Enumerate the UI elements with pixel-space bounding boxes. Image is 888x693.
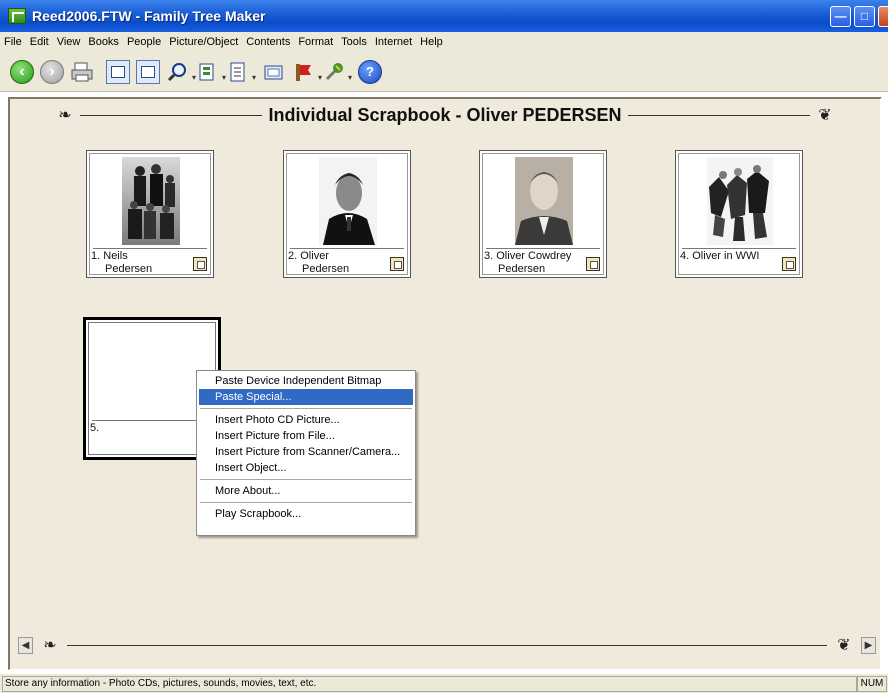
object-properties-icon[interactable] <box>390 257 404 271</box>
portrait-photo <box>319 157 377 245</box>
page-title: Individual Scrapbook - Oliver PEDERSEN <box>268 104 622 125</box>
search-icon[interactable] <box>166 60 196 84</box>
menu-picture-object[interactable]: Picture/Object <box>169 36 238 48</box>
toolbar: ‹ › ? <box>0 52 888 92</box>
menu-item-paste-special[interactable]: Paste Special... <box>199 389 413 405</box>
print-icon[interactable] <box>70 60 94 84</box>
right-footer-flourish-icon: ❦ <box>837 637 851 654</box>
menu-tools[interactable]: Tools <box>341 36 367 48</box>
menu-edit[interactable]: Edit <box>30 36 49 48</box>
bookmark-icon[interactable] <box>292 60 322 84</box>
help-icon[interactable]: ? <box>358 59 382 84</box>
minimize-button[interactable]: — <box>830 5 851 27</box>
scrapbook-header: ❧ Individual Scrapbook - Oliver PEDERSEN… <box>50 101 840 129</box>
menu-item-play-scrapbook[interactable]: Play Scrapbook... <box>199 506 413 522</box>
forward-icon[interactable]: › <box>40 59 64 84</box>
left-flourish-icon: ❧ <box>58 107 72 124</box>
object-properties-icon[interactable] <box>193 257 207 271</box>
tree-icon[interactable] <box>136 59 160 84</box>
scrapbook-item-label: 4. Oliver in WWI <box>680 250 760 262</box>
scrapbook-item-label: 5. <box>90 422 100 434</box>
scroll-left-button[interactable]: ◀ <box>18 636 33 654</box>
menu-separator <box>200 408 412 409</box>
left-footer-flourish-icon: ❧ <box>43 637 57 654</box>
menu-item-insert-photo-cd[interactable]: Insert Photo CD Picture... <box>199 412 413 428</box>
portrait-photo <box>515 157 573 245</box>
menu-bar: File Edit View Books People Picture/Obje… <box>0 32 888 52</box>
status-bar: Store any information - Photo CDs, pictu… <box>0 674 888 693</box>
menu-item-paste-dib[interactable]: Paste Device Independent Bitmap <box>199 373 413 389</box>
notes-icon[interactable] <box>262 60 286 84</box>
scrapbook-item-2[interactable]: 2. Oliver Pedersen <box>283 150 411 278</box>
menu-separator <box>200 479 412 480</box>
menu-view[interactable]: View <box>57 36 81 48</box>
family-page-icon[interactable] <box>106 59 130 84</box>
family-group-photo <box>122 157 180 245</box>
menu-separator <box>200 502 412 503</box>
maximize-button[interactable]: □ <box>854 5 875 27</box>
window-title: Reed2006.FTW - Family Tree Maker <box>32 8 266 24</box>
menu-item-insert-picture-scanner[interactable]: Insert Picture from Scanner/Camera... <box>199 444 413 460</box>
menu-contents[interactable]: Contents <box>246 36 290 48</box>
menu-item-more-about[interactable]: More About... <box>199 483 413 499</box>
scrapbook-item-1[interactable]: 1. Neils Pedersen <box>86 150 214 278</box>
title-bar: Reed2006.FTW - Family Tree Maker — □ <box>0 0 888 32</box>
menu-item-insert-picture-file[interactable]: Insert Picture from File... <box>199 428 413 444</box>
pages-icon[interactable] <box>196 60 226 84</box>
menu-help[interactable]: Help <box>420 36 443 48</box>
tools-icon[interactable] <box>322 60 352 84</box>
soldiers-photo <box>707 157 773 245</box>
scrapbook-item-label: 2. Oliver Pedersen <box>288 250 350 275</box>
scrapbook-item-label: 1. Neils Pedersen <box>91 250 153 275</box>
status-message: Store any information - Photo CDs, pictu… <box>2 675 857 692</box>
menu-format[interactable]: Format <box>298 36 333 48</box>
menu-item-insert-object[interactable]: Insert Object... <box>199 460 413 476</box>
right-flourish-icon: ❦ <box>818 107 832 124</box>
context-menu: Paste Device Independent Bitmap Paste Sp… <box>196 370 416 536</box>
scrapbook-canvas: ❧ Individual Scrapbook - Oliver PEDERSEN… <box>8 97 882 670</box>
menu-people[interactable]: People <box>127 36 161 48</box>
menu-file[interactable]: File <box>4 36 22 48</box>
family-tree-app-icon <box>8 8 26 24</box>
close-button[interactable] <box>878 5 888 27</box>
object-properties-icon[interactable] <box>782 257 796 271</box>
object-properties-icon[interactable] <box>586 257 600 271</box>
report-icon[interactable] <box>226 60 256 84</box>
menu-books[interactable]: Books <box>88 36 119 48</box>
scrapbook-item-4[interactable]: 4. Oliver in WWI <box>675 150 803 278</box>
scrapbook-item-label: 3. Oliver Cowdrey Pedersen <box>484 250 572 275</box>
scroll-right-button[interactable]: ▶ <box>861 636 876 654</box>
scrapbook-footer: ◀ ❧ ❦ ▶ <box>18 633 876 657</box>
menu-internet[interactable]: Internet <box>375 36 412 48</box>
scrapbook-item-3[interactable]: 3. Oliver Cowdrey Pedersen <box>479 150 607 278</box>
back-icon[interactable]: ‹ <box>10 59 34 84</box>
num-lock-indicator: NUM <box>857 675 887 692</box>
